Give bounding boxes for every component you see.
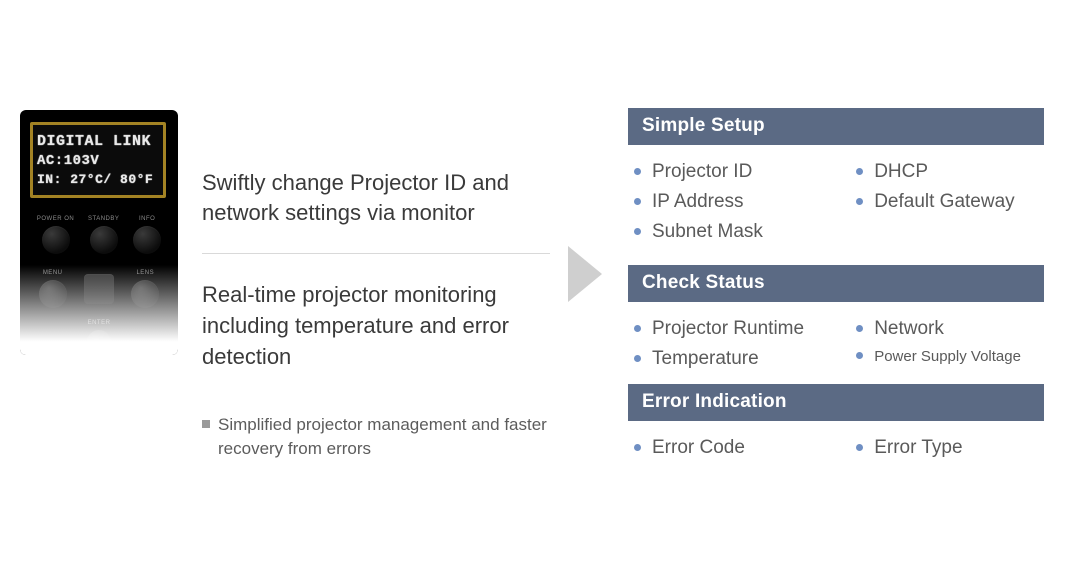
note-text: Simplified projector management and fast…: [202, 413, 562, 462]
remote-lcd: DIGITAL LINK AC:103V IN: 27°C/ 80°F: [30, 122, 166, 198]
remote-power-on-button[interactable]: POWER ON: [37, 216, 74, 254]
lcd-line1: DIGITAL LINK: [37, 133, 159, 150]
feature-item: Error Code: [634, 433, 856, 463]
feature-panel: Simple Setup Projector ID IP Address Sub…: [628, 108, 1044, 481]
remote-dpad-button[interactable]: [84, 270, 114, 308]
heading-monitoring: Real-time projector monitoring including…: [202, 280, 562, 372]
remote-standby-button[interactable]: STANDBY: [88, 216, 119, 254]
feature-item: IP Address: [634, 187, 856, 217]
section-error-indication-title: Error Indication: [628, 384, 1044, 421]
remote-menu-button[interactable]: MENU: [39, 270, 67, 308]
page: DIGITAL LINK AC:103V IN: 27°C/ 80°F POWE…: [0, 0, 1073, 563]
description-block: Swiftly change Projector ID and network …: [202, 168, 562, 462]
lcd-line3: IN: 27°C/ 80°F: [37, 172, 159, 187]
feature-item: Subnet Mask: [634, 217, 856, 247]
remote-lens-button[interactable]: LENS: [131, 270, 159, 308]
arrow-right-icon: [568, 246, 602, 302]
remote-row-2: MENU LENS: [30, 270, 168, 308]
section-simple-setup-list: Projector ID IP Address Subnet Mask DHCP…: [628, 145, 1044, 265]
section-check-status-title: Check Status: [628, 265, 1044, 302]
section-error-indication-list: Error Code Error Type: [628, 421, 1044, 481]
remote-info-button[interactable]: INFO: [133, 216, 161, 254]
feature-item: Temperature: [634, 344, 856, 374]
feature-item: Default Gateway: [856, 187, 1038, 217]
remote-enter-button[interactable]: ENTER: [30, 320, 168, 355]
feature-item: Error Type: [856, 433, 1038, 463]
feature-item: Power Supply Voltage: [856, 344, 1038, 369]
divider: [202, 253, 550, 254]
heading-settings: Swiftly change Projector ID and network …: [202, 168, 562, 227]
feature-item: DHCP: [856, 157, 1038, 187]
feature-item: Network: [856, 314, 1038, 344]
section-simple-setup-title: Simple Setup: [628, 108, 1044, 145]
section-check-status-list: Projector Runtime Temperature Network Po…: [628, 302, 1044, 384]
remote-row-1: POWER ON STANDBY INFO: [30, 216, 168, 254]
feature-item: Projector Runtime: [634, 314, 856, 344]
feature-item: Projector ID: [634, 157, 856, 187]
projector-remote: DIGITAL LINK AC:103V IN: 27°C/ 80°F POWE…: [20, 110, 178, 355]
lcd-line2: AC:103V: [37, 153, 159, 169]
